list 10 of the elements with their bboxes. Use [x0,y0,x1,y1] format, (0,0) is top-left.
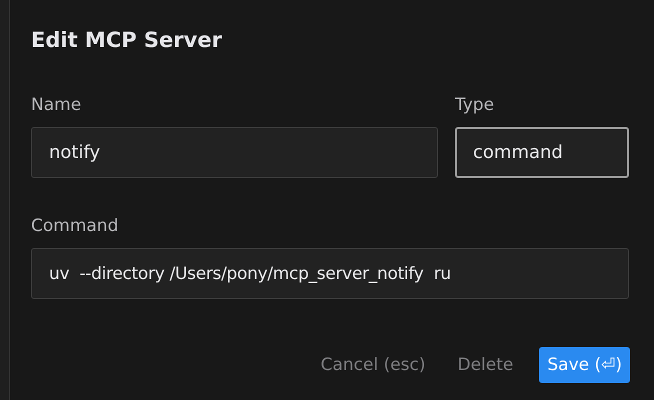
save-button[interactable]: Save (⏎) [539,347,630,383]
type-field[interactable]: command [455,127,629,178]
field-label: Name [31,94,82,117]
name-field[interactable]: notify [31,127,438,178]
command-field[interactable]: uv --directory /Users/pony/mcp_server_notify ru [31,248,629,299]
cancel-button[interactable]: Cancel (esc) [312,347,434,383]
dialog-title: Edit MCP Server [31,27,223,54]
field-label: Type [455,94,496,117]
delete-button[interactable]: Delete [450,347,522,383]
field-label: Command [31,215,120,238]
